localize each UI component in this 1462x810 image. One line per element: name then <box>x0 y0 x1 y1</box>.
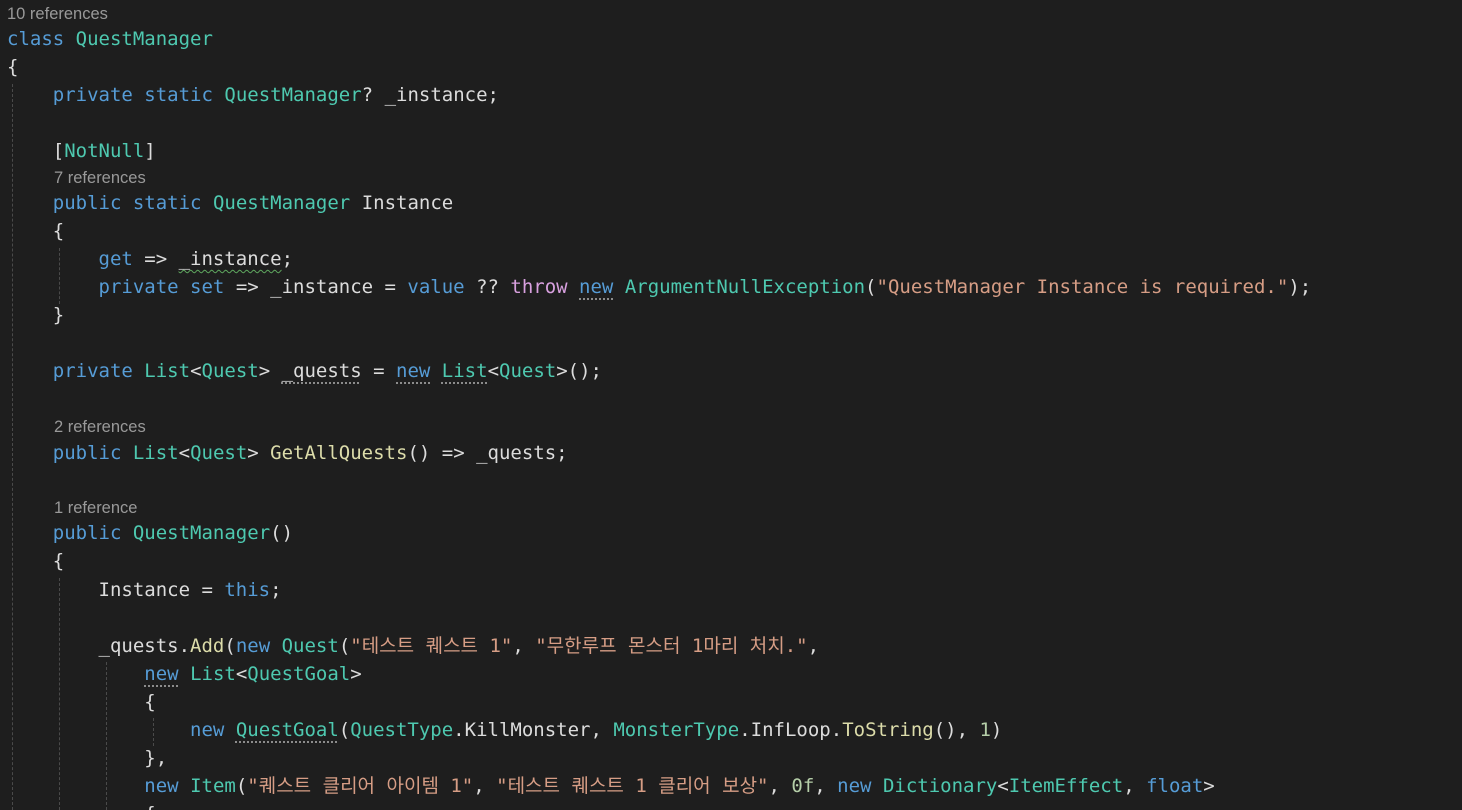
code-line-quests-field: private List<Quest> _quests = new List<Q… <box>52 360 602 382</box>
code-line-class-open-brace: { <box>7 56 19 78</box>
code-line-getter: get => _instance; <box>98 248 294 270</box>
code-line-goal-list-open-brace: { <box>7 691 156 713</box>
code-line-goal-list-close-brace: }, <box>7 747 168 769</box>
code-line-property-open-brace: { <box>7 220 65 242</box>
code-line-notnull-attribute: [NotNull] <box>7 140 156 162</box>
new-suggestion-dots[interactable]: new <box>396 360 430 382</box>
code-line-getallquests: public List<Quest> GetAllQuests() => _qu… <box>52 442 568 464</box>
quests-suggestion-dots[interactable]: _quests <box>282 360 362 382</box>
code-editor[interactable]: 10 references class QuestManager { priva… <box>0 0 1462 810</box>
code-lens-instance-references[interactable]: 7 references <box>54 167 146 189</box>
code-line-new-item: new Item("퀘스트 클리어 아이템 1", "테스트 퀘스트 1 클리어… <box>144 775 1215 797</box>
code-line-quests-add: _quests.Add(new Quest("테스트 퀘스트 1", "무한루프… <box>98 635 820 657</box>
code-line-constructor: public QuestManager() <box>52 522 294 544</box>
code-line-setter: private set => _instance = value ?? thro… <box>98 276 1312 298</box>
code-line-new-questgoal: new QuestGoal(QuestType.KillMonster, Mon… <box>190 719 1003 741</box>
instance-warning-squiggle[interactable]: _instance <box>179 248 282 270</box>
new-suggestion-dots[interactable]: new <box>579 276 613 298</box>
code-lens-class-references[interactable]: 10 references <box>7 3 108 25</box>
code-line-constructor-open-brace: { <box>7 550 65 572</box>
code-line-new-goal-list: new List<QuestGoal> <box>144 663 362 685</box>
code-line-instance-property: public static QuestManager Instance <box>52 192 454 214</box>
new-suggestion-dots[interactable]: new <box>144 663 178 685</box>
code-lens-constructor-references[interactable]: 1 reference <box>54 497 137 519</box>
code-line-cutoff-brace: { <box>7 800 155 810</box>
code-line-instance-assign: Instance = this; <box>98 579 282 601</box>
code-line-instance-field: private static QuestManager? _instance; <box>52 84 499 106</box>
questgoal-suggestion-dots[interactable]: QuestGoal <box>236 719 339 741</box>
code-line-property-close-brace: } <box>7 304 65 326</box>
keyword-class: class <box>7 28 65 50</box>
code-lens-getallquests-references[interactable]: 2 references <box>54 416 146 438</box>
code-line-class-declaration: class QuestManager <box>7 25 213 53</box>
class-name: QuestManager <box>75 28 213 50</box>
list-suggestion-dots[interactable]: List <box>442 360 488 382</box>
